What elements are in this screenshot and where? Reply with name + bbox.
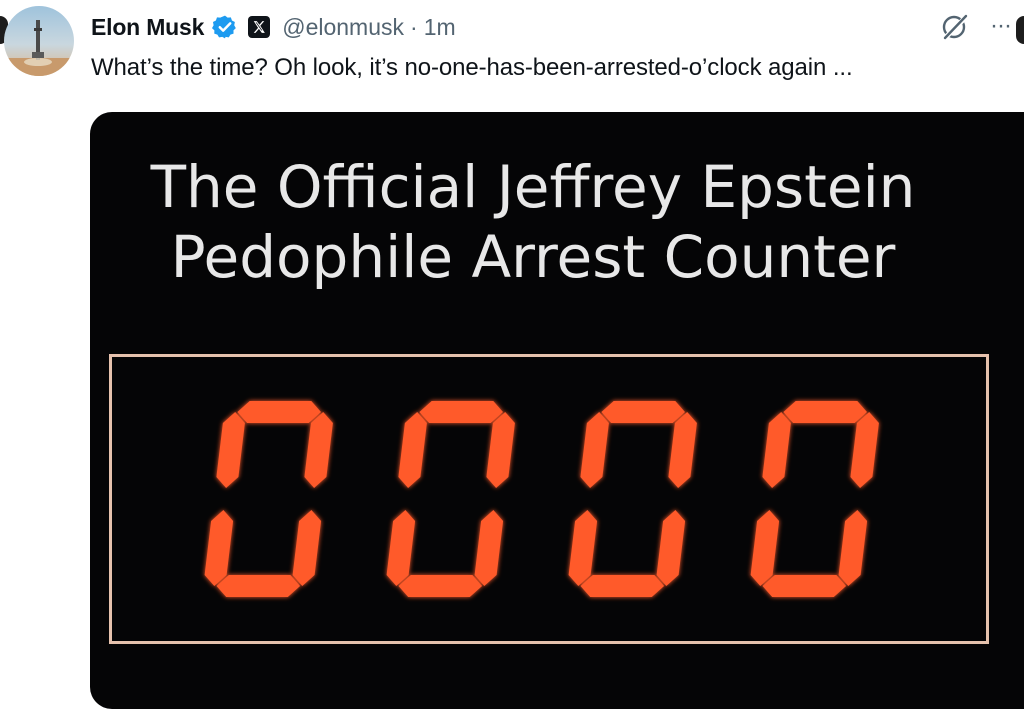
- tweet-media-image[interactable]: The Official Jeffrey Epstein Pedophile A…: [90, 112, 1024, 709]
- digit-segment-f: [580, 412, 609, 488]
- digit-segment-d: [762, 575, 847, 597]
- digit-segment-e: [750, 510, 780, 586]
- author-name[interactable]: Elon Musk: [91, 14, 204, 41]
- digit-segment-d: [216, 575, 301, 597]
- author-handle[interactable]: @elonmusk: [282, 14, 404, 41]
- digit-segment-a: [783, 401, 867, 423]
- digit-segment-a: [237, 401, 321, 423]
- digit-segment-c: [838, 510, 868, 586]
- x-logo-icon[interactable]: [248, 16, 271, 38]
- separator-dot: ·: [410, 13, 418, 40]
- counter-display: [109, 354, 989, 644]
- sign-title-line-1: The Official Jeffrey Epstein: [150, 153, 916, 221]
- counter-digit: [568, 401, 697, 597]
- digit-segment-b: [304, 412, 333, 488]
- digit-segment-f: [216, 412, 245, 488]
- digit-segment-e: [204, 510, 234, 586]
- digit-segment-c: [292, 510, 322, 586]
- counter-digit: [750, 401, 879, 597]
- tweet-card[interactable]: Elon Musk @elonmusk · 1m ··· What’s the …: [0, 0, 1024, 713]
- timestamp[interactable]: 1m: [424, 14, 456, 41]
- digit-segment-c: [656, 510, 686, 586]
- tweet-header: Elon Musk @elonmusk · 1m: [91, 10, 456, 44]
- digit-segment-d: [398, 575, 483, 597]
- counter-digits: [204, 401, 879, 597]
- digit-segment-b: [850, 412, 879, 488]
- digit-segment-c: [474, 510, 504, 586]
- counter-digit: [386, 401, 515, 597]
- digit-segment-a: [419, 401, 503, 423]
- edge-overlay-right: [1016, 16, 1024, 44]
- digit-segment-b: [486, 412, 515, 488]
- tweet-text: What’s the time? Oh look, it’s no-one-ha…: [91, 54, 853, 81]
- sign-title: The Official Jeffrey Epstein Pedophile A…: [90, 152, 976, 292]
- sign-title-line-2: Pedophile Arrest Counter: [170, 223, 896, 291]
- counter-digit: [204, 401, 333, 597]
- avatar[interactable]: [4, 6, 74, 76]
- more-options-icon[interactable]: ···: [990, 12, 1012, 40]
- digit-segment-d: [580, 575, 665, 597]
- digit-segment-e: [386, 510, 416, 586]
- digit-segment-f: [398, 412, 427, 488]
- digit-segment-b: [668, 412, 697, 488]
- digit-segment-e: [568, 510, 598, 586]
- digit-segment-f: [762, 412, 791, 488]
- grok-icon[interactable]: [940, 12, 970, 42]
- digit-segment-a: [601, 401, 685, 423]
- verified-badge-icon[interactable]: [212, 14, 238, 40]
